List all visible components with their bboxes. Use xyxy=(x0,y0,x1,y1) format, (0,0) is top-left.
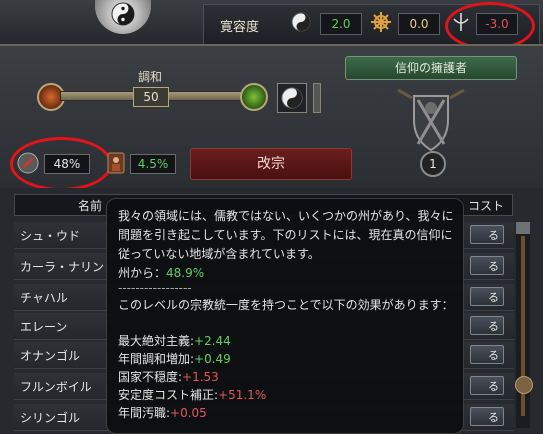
convert-province-button[interactable]: る xyxy=(470,376,504,395)
tooltip-text: 従っていない地域が含まれています。 xyxy=(118,247,320,261)
tooltip-text: 問題を引き起こしています。下のリストには、現在真の信仰に xyxy=(118,228,453,242)
tooltip-label: 最大絶対主義: xyxy=(118,334,195,348)
lotus-right-icon xyxy=(240,83,268,111)
defender-of-faith-banner: 信仰の擁護者 xyxy=(345,56,517,80)
harmony-value: 50 xyxy=(133,87,169,107)
cost-column-header[interactable]: コスト xyxy=(468,197,504,214)
tooltip-divider: ----------------- xyxy=(118,281,192,295)
tolerance-label: 寛容度 xyxy=(220,20,260,35)
tooltip-value: +1.53 xyxy=(182,370,219,384)
tooltip-text: このレベルの宗教統一度を持つことで以下の効果があります： xyxy=(118,298,454,312)
highlight-ring xyxy=(10,137,112,191)
tooltip-effect: 国家不穏度:+1.53 xyxy=(118,368,219,385)
tooltip-effect: 年間汚職:+0.05 xyxy=(118,404,207,421)
tooltip-value: +0.05 xyxy=(170,406,207,420)
province-name: シリンゴル xyxy=(20,411,81,425)
harmony-yin-yang-icon[interactable] xyxy=(277,83,307,113)
defender-count: 1 xyxy=(420,151,446,177)
yin-yang-icon[interactable] xyxy=(290,11,312,33)
highlight-ring xyxy=(445,2,535,50)
tooltip-value: +2.44 xyxy=(194,334,231,348)
harmony-side-marker xyxy=(313,83,321,113)
scroll-up-arrow-icon[interactable] xyxy=(516,222,530,234)
tooltip-effect: 最大絶対主義:+2.44 xyxy=(118,332,231,349)
tooltip-text: 我々の領域には、儒教ではない、いくつかの州があり、我々に xyxy=(118,209,454,223)
tooltip-provinces: 州から：48.9% xyxy=(118,264,204,281)
tolerance-true-faith-value: 2.0 xyxy=(320,13,362,35)
tooltip-label: 年間調和増加: xyxy=(118,352,195,366)
defender-shield-icon[interactable] xyxy=(392,84,470,156)
piety-value: 4.5% xyxy=(130,154,176,174)
piety-figure-icon xyxy=(106,151,126,175)
dharma-wheel-icon[interactable] xyxy=(370,11,392,33)
tooltip-value: +51.1% xyxy=(218,388,267,402)
yin-yang-medallion-icon xyxy=(95,0,151,34)
tooltip-value: +0.49 xyxy=(194,352,231,366)
scroll-thumb[interactable] xyxy=(515,376,533,394)
province-name: エレーン xyxy=(20,320,68,334)
convert-province-button[interactable]: る xyxy=(470,225,504,244)
convert-province-button[interactable]: る xyxy=(470,256,504,275)
tooltip-label: 年間汚職: xyxy=(118,406,171,420)
convert-button[interactable]: 改宗 xyxy=(190,148,352,180)
convert-province-button[interactable]: る xyxy=(470,345,504,364)
tooltip-label: 安定度コスト補正: xyxy=(118,388,219,402)
harmony-label: 調和 xyxy=(138,70,163,84)
tooltip-effect: 安定度コスト補正:+51.1% xyxy=(118,386,266,403)
tooltip-label: 州から： xyxy=(118,266,167,280)
convert-province-button[interactable]: る xyxy=(470,316,504,335)
province-name: チャハル xyxy=(20,291,68,305)
convert-province-button[interactable]: る xyxy=(470,407,504,426)
province-name: フルンボイル xyxy=(20,380,92,394)
province-name: カーラ・ナリン xyxy=(20,260,105,274)
tooltip-effect: 年間調和増加:+0.49 xyxy=(118,350,231,367)
province-name: シュ・ウド xyxy=(20,229,81,243)
tooltip-value: 48.9% xyxy=(166,266,205,280)
convert-province-button[interactable]: る xyxy=(470,287,504,306)
province-name: オナンゴル xyxy=(20,349,81,363)
name-column-header[interactable]: 名前 xyxy=(78,197,102,214)
tolerance-heretics-value: 0.0 xyxy=(398,13,440,35)
tooltip-label: 国家不穏度: xyxy=(118,370,183,384)
